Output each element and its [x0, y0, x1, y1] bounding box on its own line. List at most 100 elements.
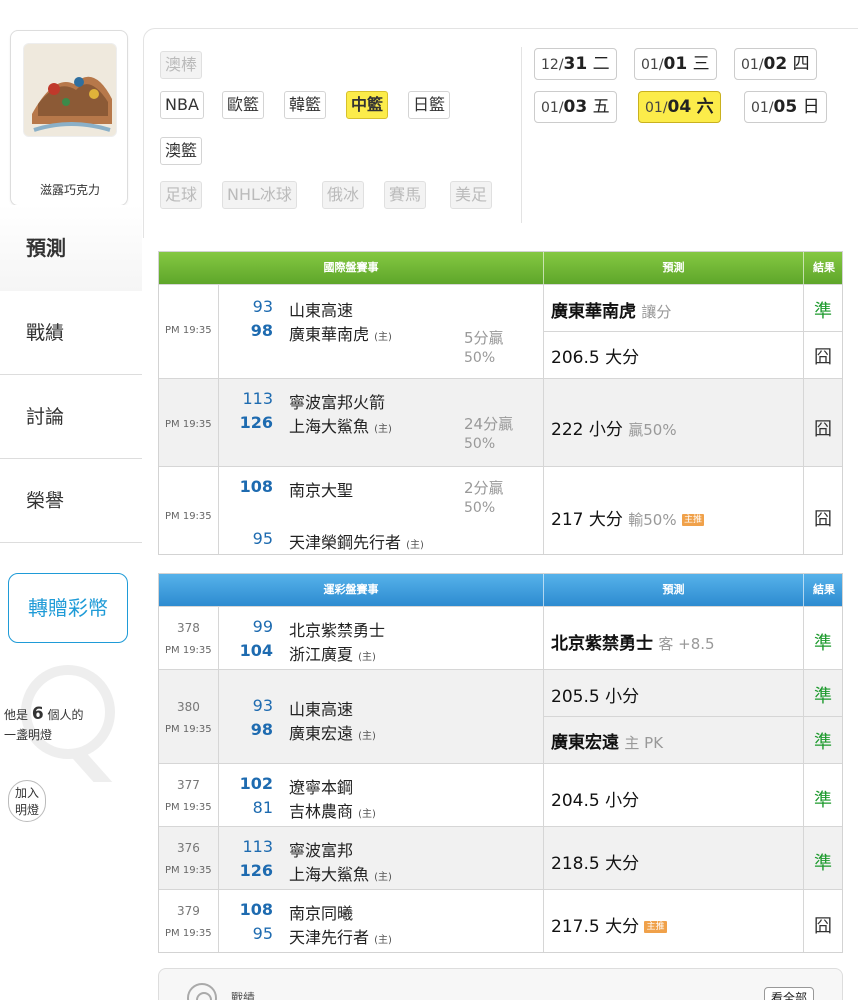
- game-time: PM 19:35: [165, 511, 212, 522]
- category-chip-us-football[interactable]: 美足: [450, 181, 493, 209]
- menu-item-discuss[interactable]: 討論: [0, 375, 142, 459]
- result-badge-2: 準: [814, 732, 832, 753]
- category-chip-kr-basketball[interactable]: 韓籃: [284, 91, 327, 119]
- home-team-name: 上海大鯊魚: [289, 417, 370, 436]
- lamp-info: 他是 6 個人的 一盞明燈: [4, 704, 84, 745]
- date-month: 01/: [741, 57, 764, 73]
- result-badge: 囧: [814, 509, 832, 530]
- header-prediction: 預測: [543, 252, 803, 284]
- category-chip-ru-hockey[interactable]: 俄冰: [322, 181, 365, 209]
- away-score: 93: [252, 297, 273, 316]
- away-score: 93: [252, 696, 273, 715]
- prediction-sub: 贏50%: [628, 421, 677, 439]
- prediction: 廣東華南虎 讓分: [551, 297, 671, 322]
- target-icon: [187, 983, 217, 1000]
- away-team: 山東高速: [289, 301, 354, 320]
- header-result: 結果: [803, 574, 844, 606]
- sidebar: 滋露巧克力 預測 戰績 討論 榮譽 轉贈彩幣 他是 6 個人的 一盞明燈 加入 …: [0, 0, 142, 1000]
- category-chip-cn-basketball[interactable]: 中籃: [346, 91, 389, 119]
- prediction-main: 北京紫禁勇士: [551, 634, 653, 654]
- away-score: 99: [252, 617, 273, 636]
- page: 滋露巧克力 預測 戰績 討論 榮譽 轉贈彩幣 他是 6 個人的 一盞明燈 加入 …: [0, 0, 858, 1000]
- category-chip-nhl[interactable]: NHL冰球: [222, 181, 297, 209]
- away-team: 寧波富邦火箭: [289, 393, 386, 412]
- lamp-count: 6: [31, 704, 44, 724]
- featured-badge: 主推: [682, 514, 705, 526]
- category-chip-nba[interactable]: NBA: [160, 91, 204, 119]
- away-team: 山東高速: [289, 700, 354, 719]
- prediction-main: 217.5 大分: [551, 917, 640, 937]
- intl-games-table: 國際盤賽事 預測 結果 PM 19:35 93 山東高速 98 廣東華南虎 (主…: [158, 251, 843, 555]
- prediction-sub: 客 +8.5: [658, 635, 715, 653]
- spread-value: 2分贏: [464, 479, 504, 497]
- game-time: PM 19:35: [165, 724, 212, 735]
- result-badge: 準: [814, 686, 832, 707]
- result-badge: 準: [814, 633, 832, 654]
- spread-value: 5分贏: [464, 329, 504, 347]
- category-chip-eu-basketball[interactable]: 歐籃: [222, 91, 265, 119]
- menu-item-honor[interactable]: 榮譽: [0, 459, 142, 543]
- date-month: 01/: [541, 100, 564, 116]
- date-weekday: 五: [592, 97, 610, 117]
- date-chip-0102[interactable]: 01/02 四: [734, 48, 817, 80]
- category-chip-football[interactable]: 足球: [160, 181, 203, 209]
- table-row: 379 PM 19:35 108 南京同曦 95 天津先行者 (主) 217.5…: [159, 889, 842, 952]
- home-team: 上海大鯊魚 (主): [289, 413, 392, 437]
- date-chip-0105[interactable]: 01/05 日: [744, 91, 827, 123]
- home-mark: (主): [406, 540, 424, 551]
- category-chip-au-basketball[interactable]: 澳籃: [160, 137, 203, 165]
- date-chip-1231[interactable]: 12/31 二: [534, 48, 617, 80]
- prediction: 204.5 小分: [551, 791, 640, 811]
- filter-panel: 澳棒 NBA 歐籃 韓籃 中籃 日籃 澳籃 足球 NHL冰球 俄冰 賽馬 美足 …: [143, 28, 858, 238]
- category-chip-horse-racing[interactable]: 賽馬: [384, 181, 427, 209]
- spread: 24分贏 50%: [464, 413, 513, 452]
- table-row: 376 PM 19:35 113 寧波富邦 126 上海大鯊魚 (主) 218.…: [159, 826, 842, 889]
- date-chip-0101[interactable]: 01/01 三: [634, 48, 717, 80]
- home-mark: (主): [358, 731, 376, 742]
- menu-item-record[interactable]: 戰績: [0, 291, 142, 375]
- avatar[interactable]: [23, 43, 117, 137]
- game-time: PM 19:35: [165, 928, 212, 939]
- date-chip-0103[interactable]: 01/03 五: [534, 91, 617, 123]
- table-row: 377 PM 19:35 102 遼寧本鋼 81 吉林農商 (主) 204.5 …: [159, 763, 842, 826]
- game-time: PM 19:35: [165, 419, 212, 430]
- table-row: PM 19:35 93 山東高速 98 廣東華南虎 (主) 5分贏 50% 廣東華…: [159, 284, 842, 378]
- prediction: 205.5 小分: [551, 687, 640, 707]
- table-row: 378 PM 19:35 99 北京紫禁勇士 104 浙江廣夏 (主) 北京紫禁…: [159, 606, 842, 669]
- prediction-2: 206.5 大分: [551, 348, 640, 368]
- category-chip-jp-basketball[interactable]: 日籃: [408, 91, 451, 119]
- game-time: PM 19:35: [165, 802, 212, 813]
- spread-percent: 50%: [464, 436, 496, 452]
- profile-card[interactable]: 滋露巧克力: [10, 30, 128, 206]
- record-card: 戰績 看全部: [158, 968, 843, 1000]
- username: 滋露巧克力: [39, 183, 100, 197]
- prediction-main: 廣東華南虎: [551, 302, 636, 322]
- home-team-name: 吉林農商: [289, 802, 354, 821]
- date-chip-0104[interactable]: 01/04 六: [638, 91, 721, 123]
- join-lamp-button[interactable]: 加入 明燈: [8, 780, 46, 822]
- record-card-label: 戰績: [231, 991, 256, 1000]
- home-score: 98: [250, 321, 273, 340]
- away-team: 寧波富邦: [289, 841, 354, 860]
- date-weekday: 三: [692, 54, 710, 74]
- join-label-1: 加入: [14, 786, 39, 800]
- home-team: 上海大鯊魚 (主): [289, 861, 392, 885]
- away-score: 108: [239, 477, 273, 496]
- date-month: 01/: [641, 57, 664, 73]
- date-weekday: 二: [592, 54, 610, 74]
- home-mark: (主): [374, 424, 392, 435]
- away-team: 南京同曦: [289, 904, 354, 923]
- result-badge-2: 囧: [814, 347, 832, 368]
- featured-badge: 主推: [644, 921, 667, 933]
- gift-coins-button[interactable]: 轉贈彩幣: [8, 573, 128, 643]
- prediction-main: 廣東宏遠: [551, 733, 619, 753]
- game-code: 376: [177, 841, 200, 855]
- home-team: 浙江廣夏 (主): [289, 641, 376, 665]
- date-month: 01/: [751, 100, 774, 116]
- prediction-sub: 讓分: [641, 303, 672, 321]
- see-all-button[interactable]: 看全部: [764, 987, 815, 1000]
- category-chip-au-baseball[interactable]: 澳棒: [160, 51, 203, 79]
- menu-item-predict[interactable]: 預測: [0, 205, 142, 291]
- date-weekday: 四: [792, 54, 810, 74]
- prediction: 218.5 大分: [551, 854, 640, 874]
